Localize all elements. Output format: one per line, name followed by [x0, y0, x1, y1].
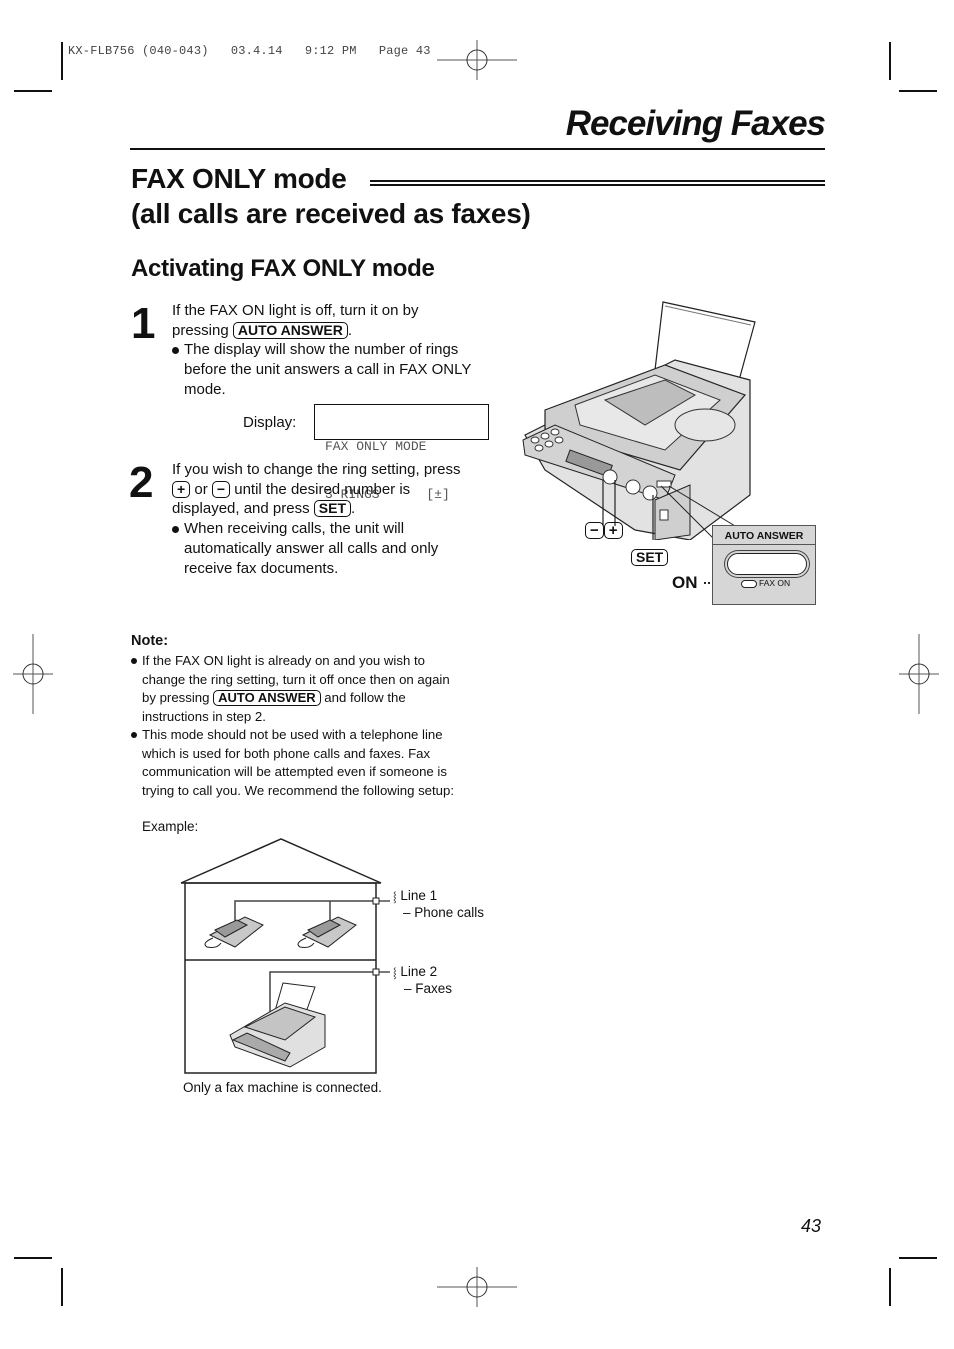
- house-diagram: [180, 838, 390, 1074]
- section-title: FAX ONLY mode (all calls are received as…: [131, 161, 531, 231]
- example-label: Example:: [142, 819, 199, 834]
- note-heading: Note:: [131, 633, 169, 649]
- page-number: 43: [801, 1216, 822, 1236]
- minus-key: −: [585, 522, 604, 539]
- crop-mark: [61, 1268, 63, 1306]
- subsection-title: Activating FAX ONLY mode: [131, 255, 435, 282]
- fax-on-light-icon: [741, 580, 757, 588]
- phone-jack-icon: ⸾: [393, 968, 397, 979]
- auto-answer-panel: AUTO ANSWER FAX ON: [712, 525, 816, 605]
- lcd-display: FAX ONLY MODE 3 RINGS [±]: [314, 404, 489, 502]
- section-title-line2: (all calls are received as faxes): [131, 198, 531, 229]
- step-2-text: If you wish to change the ring setting, …: [172, 460, 502, 578]
- crop-mark: [14, 1257, 52, 1259]
- auto-answer-key: AUTO ANSWER: [213, 690, 321, 706]
- note-item: If the FAX ON light is already on and yo…: [131, 652, 501, 726]
- minus-key: −: [211, 480, 231, 498]
- chapter-rule: [130, 148, 825, 150]
- on-label: ON: [672, 573, 698, 592]
- telephone-icon: [204, 916, 264, 948]
- fax-machine-icon: [229, 982, 326, 1068]
- step-1-text: If the FAX ON light is off, turn it on b…: [172, 301, 502, 400]
- display-label: Display:: [243, 414, 297, 431]
- set-key: SET: [313, 500, 351, 518]
- fax-machine-illustration: [522, 301, 756, 540]
- chapter-title: Receiving Faxes: [565, 104, 826, 143]
- bullet-icon: [131, 658, 137, 664]
- set-key: SET: [631, 549, 669, 566]
- registration-mark-icon: [899, 634, 939, 714]
- step-1-bullet: The display will show the number of ring…: [172, 340, 502, 399]
- crop-mark: [61, 42, 63, 80]
- registration-mark-icon: [13, 634, 53, 714]
- step-number: 1: [131, 299, 156, 348]
- line-1-label: ⸾ Line 1: [393, 888, 438, 903]
- panel-title: AUTO ANSWER: [724, 530, 804, 542]
- crop-mark: [14, 90, 52, 92]
- step-2-bullet: When receiving calls, the unit will auto…: [172, 519, 502, 578]
- auto-answer-button: [727, 553, 807, 575]
- figure-keys: − +: [585, 522, 623, 540]
- line-2-desc: – Faxes: [404, 981, 453, 996]
- bullet-icon: [172, 347, 179, 355]
- crop-mark: [899, 90, 937, 92]
- line-1-desc: – Phone calls: [403, 905, 485, 920]
- crop-mark: [899, 1257, 937, 1259]
- print-slug: KX-FLB756 (040-043) 03.4.14 9:12 PM Page…: [68, 44, 431, 58]
- section-double-rule: [370, 180, 825, 189]
- section-title-line1: FAX ONLY mode: [131, 163, 347, 194]
- crop-mark: [889, 1268, 891, 1306]
- crop-mark: [889, 42, 891, 80]
- bullet-icon: [172, 526, 179, 534]
- phone-jack-icon: ⸾: [393, 892, 397, 903]
- telephone-icon: [297, 916, 357, 948]
- step-number: 2: [129, 458, 154, 507]
- bullet-icon: [131, 732, 137, 738]
- auto-answer-key: AUTO ANSWER: [232, 321, 348, 339]
- note-item: This mode should not be used with a tele…: [131, 726, 501, 800]
- plus-key: +: [603, 522, 623, 539]
- fax-on-label: FAX ON: [759, 578, 791, 588]
- line-2-label: ⸾ Line 2: [393, 964, 438, 979]
- example-caption: Only a fax machine is connected.: [183, 1080, 382, 1095]
- registration-mark-icon: [437, 1267, 517, 1307]
- note-list: If the FAX ON light is already on and yo…: [131, 652, 501, 800]
- registration-mark-icon: [437, 40, 517, 80]
- plus-key: +: [172, 480, 191, 498]
